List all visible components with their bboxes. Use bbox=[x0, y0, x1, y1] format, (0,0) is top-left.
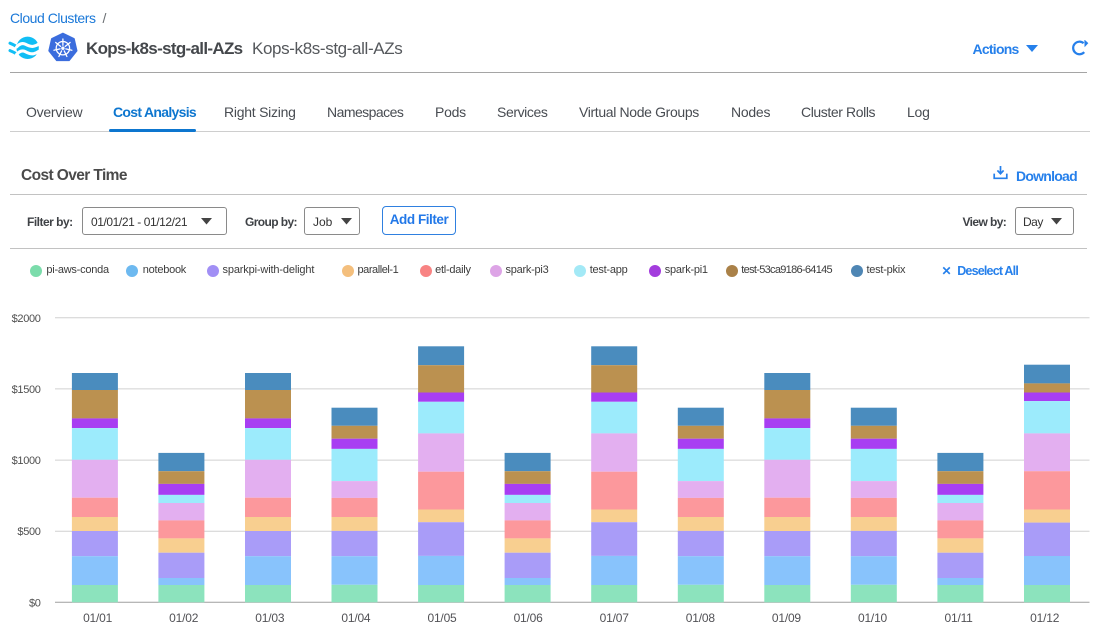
svg-text:01/02: 01/02 bbox=[169, 611, 199, 625]
svg-text:01/07: 01/07 bbox=[600, 611, 630, 625]
svg-text:01/09: 01/09 bbox=[772, 611, 802, 625]
svg-text:01/11: 01/11 bbox=[945, 611, 974, 625]
svg-text:01/08: 01/08 bbox=[686, 611, 716, 625]
svg-text:01/10: 01/10 bbox=[858, 611, 888, 625]
svg-text:01/04: 01/04 bbox=[341, 611, 371, 625]
svg-text:01/06: 01/06 bbox=[514, 611, 544, 625]
svg-text:01/03: 01/03 bbox=[255, 611, 285, 625]
svg-text:01/05: 01/05 bbox=[427, 611, 457, 625]
svg-text:$500: $500 bbox=[17, 526, 40, 538]
svg-text:$0: $0 bbox=[29, 597, 41, 609]
svg-text:01/12: 01/12 bbox=[1030, 611, 1060, 625]
svg-text:$1000: $1000 bbox=[12, 455, 41, 467]
svg-text:$2000: $2000 bbox=[12, 313, 41, 325]
svg-text:01/01: 01/01 bbox=[83, 611, 113, 625]
svg-text:$1500: $1500 bbox=[12, 384, 41, 396]
